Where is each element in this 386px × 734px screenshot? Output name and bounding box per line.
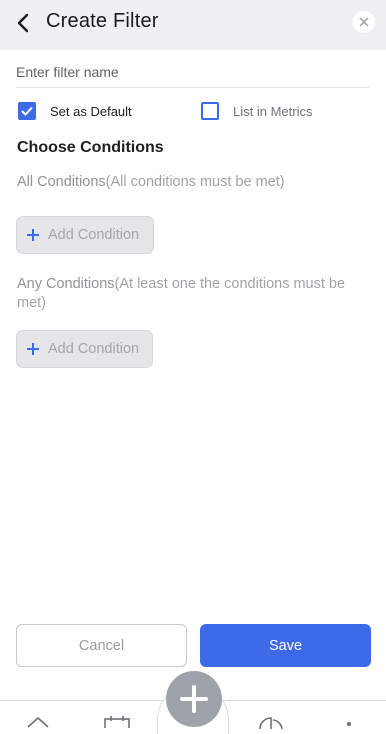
more-icon[interactable] xyxy=(346,721,352,727)
list-in-metrics-option[interactable]: List in Metrics xyxy=(201,101,312,121)
chart-icon[interactable] xyxy=(258,717,284,729)
add-any-condition-button[interactable]: Add Condition xyxy=(16,330,153,368)
all-conditions-label: All Conditions xyxy=(17,174,106,190)
plus-icon xyxy=(27,229,39,241)
plus-icon xyxy=(27,343,39,355)
set-default-option[interactable]: Set as Default xyxy=(18,101,132,121)
any-conditions-label: Any Conditions xyxy=(17,276,115,292)
save-button[interactable]: Save xyxy=(200,624,371,667)
any-conditions-text: Any Conditions(At least one the conditio… xyxy=(17,275,367,313)
close-button[interactable] xyxy=(353,11,375,33)
set-default-label: Set as Default xyxy=(50,103,132,119)
checkmark-icon xyxy=(21,106,33,116)
set-default-checkbox[interactable] xyxy=(18,102,36,120)
close-icon xyxy=(359,17,369,27)
header-bar: Create Filter xyxy=(0,0,386,50)
calendar-icon[interactable] xyxy=(104,716,130,728)
cancel-button[interactable]: Cancel xyxy=(16,624,187,667)
add-all-condition-button[interactable]: Add Condition xyxy=(16,216,154,254)
add-condition-label: Add Condition xyxy=(48,227,140,243)
chevron-left-icon[interactable] xyxy=(14,11,34,35)
list-in-metrics-checkbox[interactable] xyxy=(201,102,219,120)
add-condition-label: Add Condition xyxy=(48,341,140,357)
all-conditions-text: All Conditions(All conditions must be me… xyxy=(17,173,367,192)
filter-name-input[interactable] xyxy=(16,57,370,88)
all-conditions-note: (All conditions must be met) xyxy=(105,174,285,190)
list-in-metrics-label: List in Metrics xyxy=(233,103,313,119)
add-fab-button[interactable] xyxy=(166,671,222,727)
page-title: Create Filter xyxy=(46,10,159,32)
choose-conditions-heading: Choose Conditions xyxy=(17,139,164,156)
